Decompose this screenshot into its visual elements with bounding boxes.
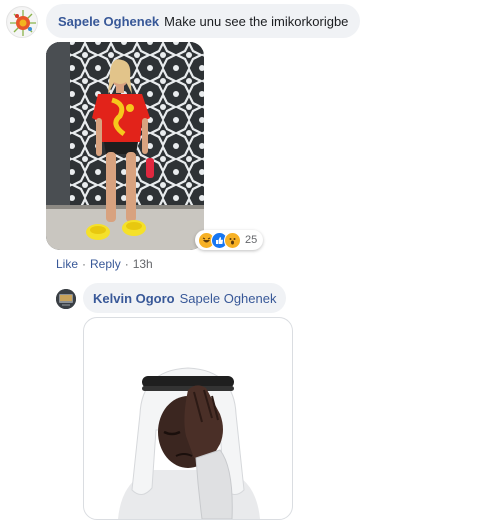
comment-timestamp[interactable]: 13h bbox=[133, 257, 153, 271]
reaction-summary[interactable]: 25 bbox=[195, 230, 264, 250]
comment-actions: Like · Reply · 13h bbox=[56, 257, 153, 271]
comment-author[interactable]: Sapele Oghenek bbox=[58, 14, 159, 29]
avatar-icon bbox=[56, 289, 76, 309]
reply-button[interactable]: Reply bbox=[90, 257, 121, 271]
reply-author[interactable]: Kelvin Ogoro bbox=[93, 291, 175, 306]
like-button[interactable]: Like bbox=[56, 257, 78, 271]
reaction-count: 25 bbox=[245, 234, 258, 246]
comment-photo[interactable] bbox=[46, 42, 204, 250]
facepalm-sticker-icon bbox=[118, 367, 260, 519]
comment-text: Make unu see the imikorkorigbe bbox=[164, 13, 349, 29]
photo-image bbox=[46, 42, 204, 250]
comment-bubble: Sapele Oghenek Make unu see the imikorko… bbox=[46, 4, 361, 38]
separator: · bbox=[82, 257, 87, 271]
separator: · bbox=[124, 257, 129, 271]
reply-mention[interactable]: Sapele Oghenek bbox=[180, 291, 277, 306]
commenter-avatar[interactable] bbox=[6, 6, 38, 38]
avatar-icon bbox=[8, 8, 37, 37]
reply-avatar[interactable] bbox=[56, 289, 76, 309]
reply-sticker[interactable] bbox=[83, 317, 293, 520]
reply-bubble: Kelvin Ogoro Sapele Oghenek bbox=[83, 283, 287, 313]
wow-reaction-icon bbox=[224, 231, 241, 249]
